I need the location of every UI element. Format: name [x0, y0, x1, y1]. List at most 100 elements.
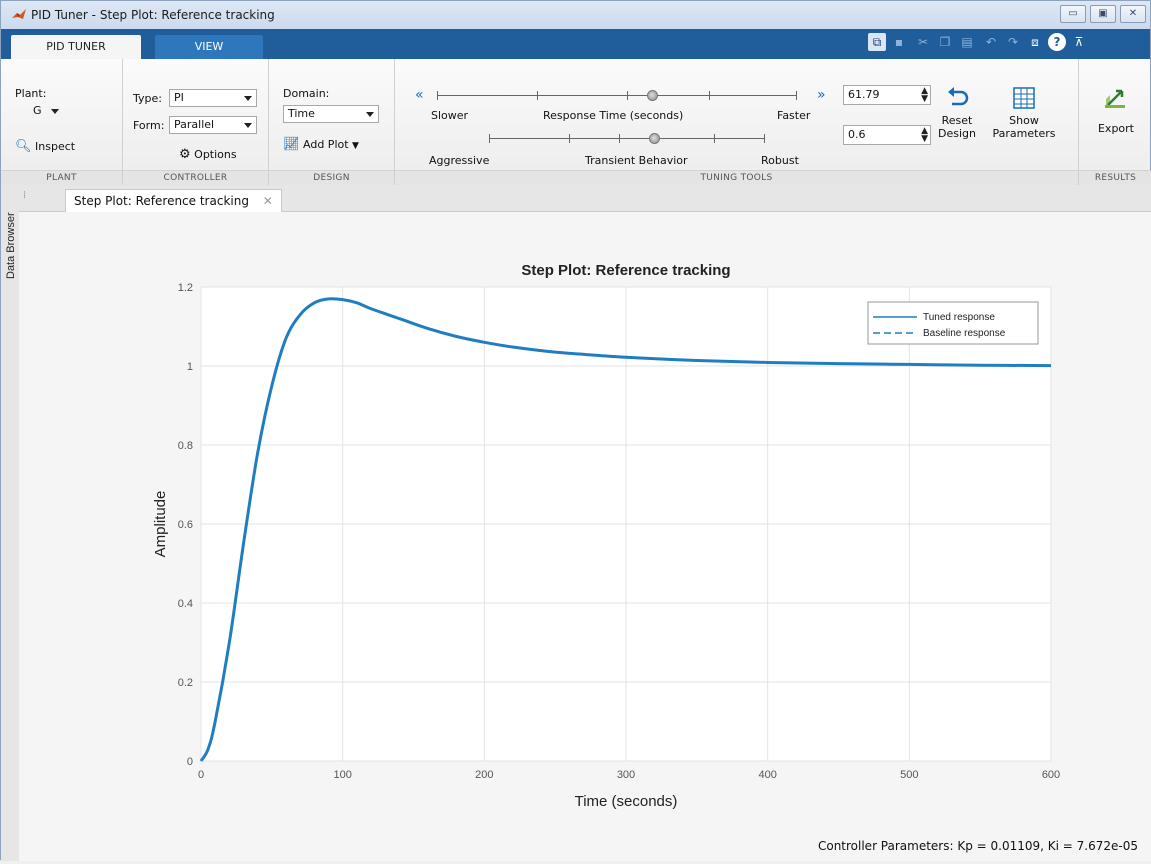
- undo-icon[interactable]: ↶: [982, 33, 1000, 51]
- faster-label: Faster: [777, 109, 811, 122]
- plot-panel: 0 100 200 300 400 500 600 0 0.2 0.4 0.6 0.8 1 1.2 St…: [19, 212, 1151, 861]
- reset-label-2: Design: [938, 127, 976, 140]
- y-tick-label: 0.2: [178, 677, 193, 689]
- data-browser-label: Data Browser: [5, 212, 17, 279]
- dock-icon[interactable]: ⧉: [868, 33, 886, 51]
- add-plot-icon: 📈︎: [283, 137, 300, 152]
- tab-step-plot[interactable]: Step Plot: Reference tracking ✕: [65, 189, 282, 212]
- transient-behavior-value: 0.6: [848, 128, 866, 141]
- faster-arrow-button[interactable]: »: [817, 87, 826, 103]
- switch-window-icon[interactable]: ⧈: [1026, 33, 1044, 51]
- design-section-label: DESIGN: [269, 170, 394, 185]
- step-plot-chart[interactable]: 0 100 200 300 400 500 600 0 0.2 0.4 0.6 0.8 1 1.2 St…: [19, 212, 1151, 861]
- reset-design-button[interactable]: Reset Design: [935, 85, 979, 140]
- domain-dropdown[interactable]: Time: [283, 105, 379, 123]
- y-tick-label: 1.2: [178, 282, 193, 294]
- options-label: Options: [194, 148, 237, 161]
- minimize-button[interactable]: ▭: [1060, 5, 1086, 23]
- x-tick-label: 100: [333, 769, 351, 781]
- show-label-2: Parameters: [992, 127, 1056, 140]
- form-label: Form:: [133, 119, 165, 132]
- x-tick-label: 500: [900, 769, 918, 781]
- plant-section-label: PLANT: [1, 170, 122, 185]
- tuning-tools-section-label: TUNING TOOLS: [395, 170, 1078, 185]
- transient-behavior-field[interactable]: 0.6 ▲ ▼: [843, 125, 931, 145]
- controller-section: Type: PI Form: Parallel ⚙ Options CONTRO…: [123, 59, 269, 185]
- spinner-icon[interactable]: ▲ ▼: [921, 87, 928, 104]
- redo-icon[interactable]: ↷: [1004, 33, 1022, 51]
- aggressive-label: Aggressive: [429, 154, 490, 167]
- copy-icon[interactable]: ❐: [936, 33, 954, 51]
- type-value: PI: [174, 91, 184, 104]
- y-tick-label: 0.8: [178, 440, 193, 452]
- response-time-value: 61.79: [848, 88, 880, 101]
- close-button[interactable]: ✕: [1120, 5, 1146, 23]
- slower-arrow-button[interactable]: «: [415, 87, 424, 103]
- pid-tuner-window: PID Tuner - Step Plot: Reference trackin…: [0, 0, 1151, 861]
- help-icon[interactable]: ?: [1048, 33, 1066, 51]
- controller-parameters-status: Controller Parameters: Kp = 0.01109, Ki …: [817, 839, 1138, 853]
- x-tick-label: 200: [475, 769, 493, 781]
- table-icon: [1013, 87, 1035, 109]
- type-dropdown[interactable]: PI: [169, 89, 257, 107]
- transient-behavior-thumb[interactable]: [648, 133, 660, 144]
- export-button[interactable]: Export: [1091, 85, 1141, 135]
- window-title: PID Tuner - Step Plot: Reference trackin…: [31, 8, 275, 22]
- type-label: Type:: [133, 92, 162, 105]
- spinner-icon[interactable]: ▲ ▼: [921, 127, 928, 144]
- show-parameters-button[interactable]: Show Parameters: [991, 85, 1057, 140]
- chevron-down-icon: [366, 112, 374, 117]
- results-section-label: RESULTS: [1079, 170, 1151, 185]
- ribbon: Plant: G 🔍︎ Inspect PLANT Type: PI Form:…: [1, 59, 1151, 186]
- export-icon: [1105, 89, 1125, 108]
- controller-section-label: CONTROLLER: [123, 170, 268, 185]
- legend: Tuned response Baseline response: [867, 301, 1039, 345]
- tab-pid-tuner[interactable]: PID TUNER: [11, 35, 141, 59]
- add-plot-button[interactable]: 📈︎ Add Plot ▼: [283, 137, 359, 152]
- y-tick-labels: 0 0.2 0.4 0.6 0.8 1 1.2: [178, 282, 193, 768]
- chevron-down-icon: [244, 96, 252, 101]
- save-icon[interactable]: ▪: [890, 33, 908, 51]
- reset-label-1: Reset: [941, 114, 973, 127]
- domain-label: Domain:: [283, 87, 330, 100]
- x-tick-label: 300: [617, 769, 635, 781]
- form-dropdown[interactable]: Parallel: [169, 116, 257, 134]
- options-button[interactable]: ⚙ Options: [179, 147, 237, 162]
- plant-dropdown[interactable]: G: [29, 103, 69, 121]
- x-tick-label: 0: [198, 769, 204, 781]
- magnifier-icon: 🔍︎: [15, 139, 32, 154]
- response-time-field[interactable]: 61.79 ▲ ▼: [843, 85, 931, 105]
- gear-icon: ⚙: [179, 147, 191, 162]
- legend-baseline-label: Baseline response: [923, 328, 1006, 339]
- response-time-thumb[interactable]: [647, 90, 658, 101]
- paste-icon[interactable]: ▤: [958, 33, 976, 51]
- maximize-button[interactable]: ▣: [1090, 5, 1116, 23]
- inspect-button[interactable]: 🔍︎ Inspect: [15, 139, 75, 154]
- design-section: Domain: Time 📈︎ Add Plot ▼ DESIGN: [269, 59, 395, 185]
- y-tick-label: 0.6: [178, 519, 193, 531]
- x-tick-label: 600: [1042, 769, 1060, 781]
- data-browser-tab[interactable]: Data Browser: [3, 201, 17, 281]
- data-browser-strip[interactable]: [1, 185, 20, 861]
- plant-section: Plant: G 🔍︎ Inspect PLANT: [1, 59, 123, 185]
- add-plot-label: Add Plot: [303, 138, 349, 151]
- plant-label: Plant:: [15, 87, 47, 100]
- slower-label: Slower: [431, 109, 469, 122]
- legend-tuned-label: Tuned response: [923, 312, 995, 323]
- tab-view[interactable]: VIEW: [155, 35, 263, 59]
- chevron-down-icon: ▼: [352, 141, 359, 151]
- x-tick-labels: 0 100 200 300 400 500 600: [198, 769, 1060, 781]
- matlab-logo-icon: [12, 9, 26, 19]
- cut-icon[interactable]: ✂: [914, 33, 932, 51]
- x-axis-label: Time (seconds): [575, 793, 678, 810]
- y-axis-label: Amplitude: [152, 491, 169, 558]
- collapse-ribbon-icon[interactable]: ⊼: [1070, 33, 1088, 51]
- grip-icon: ⁞: [23, 190, 27, 201]
- response-time-label: Response Time (seconds): [543, 109, 684, 122]
- response-time-slider[interactable]: [437, 90, 797, 102]
- close-tab-icon[interactable]: ✕: [263, 194, 273, 208]
- transient-behavior-label: Transient Behavior: [585, 154, 688, 167]
- y-tick-label: 0: [187, 756, 193, 768]
- inspect-label: Inspect: [35, 140, 76, 153]
- transient-behavior-slider[interactable]: [489, 133, 765, 145]
